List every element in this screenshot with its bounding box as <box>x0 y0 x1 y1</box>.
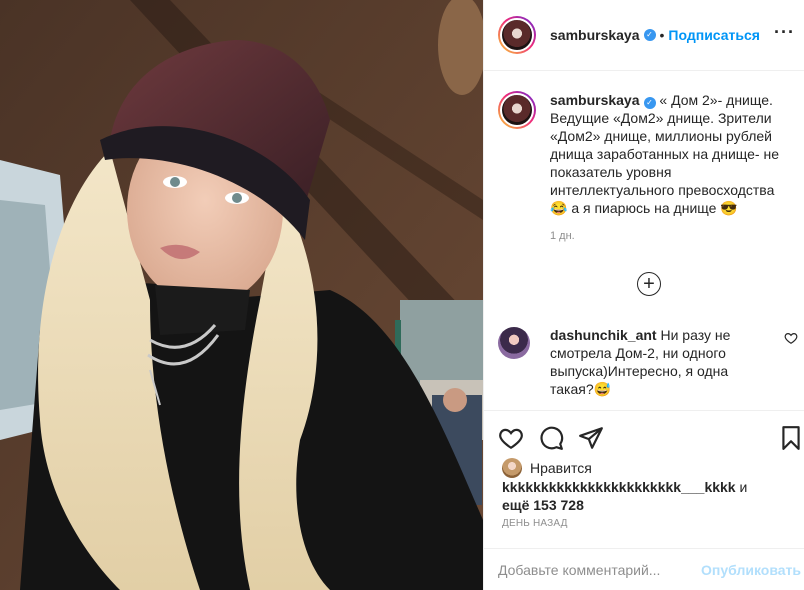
post-photo[interactable] <box>0 0 483 590</box>
caption-username[interactable]: samburskaya <box>550 92 640 108</box>
bookmark-icon[interactable] <box>778 425 804 451</box>
post-side-panel: samburskaya ✓ • Подписаться ··· sambursk… <box>483 0 804 590</box>
follow-button[interactable]: Подписаться <box>668 27 760 43</box>
verified-badge-icon: ✓ <box>643 29 656 41</box>
post-actions-bar <box>484 410 804 458</box>
comment-icon[interactable] <box>538 425 564 451</box>
load-more-comments-icon[interactable]: + <box>637 272 661 296</box>
commenter-avatar[interactable] <box>498 327 530 359</box>
share-icon[interactable] <box>578 425 604 451</box>
likes-count[interactable]: ещё 153 728 <box>502 497 584 513</box>
comment-like-heart-icon[interactable] <box>784 331 798 345</box>
separator-dot: • <box>659 27 665 43</box>
comment-item: dashunchik_ant Ни разу не смотрела Дом-2… <box>498 326 798 398</box>
author-username[interactable]: samburskaya <box>550 27 640 43</box>
caption-time[interactable]: 1 дн. <box>550 227 780 245</box>
verified-badge-icon: ✓ <box>643 97 656 109</box>
post-caption: samburskaya ✓ « Дом 2»- днище. Ведущие «Д… <box>498 91 798 245</box>
post-header: samburskaya ✓ • Подписаться ··· <box>484 0 804 71</box>
emoji-laugh-icon: 😂 <box>550 200 568 216</box>
heart-icon[interactable] <box>498 425 524 451</box>
add-comment-bar: Опубликовать <box>484 548 804 590</box>
likes-prefix: Нравится <box>530 460 592 476</box>
caption-avatar[interactable] <box>498 91 536 129</box>
comment-input[interactable] <box>498 561 698 578</box>
comment-body: dashunchik_ant Ни разу не смотрела Дом-2… <box>550 326 762 398</box>
more-options-icon[interactable]: ··· <box>774 22 795 43</box>
liker-username[interactable]: kkkkkkkkkkkkkkkkkkkkkkk___kkkk <box>502 479 736 495</box>
caption-text-2: а я пиарюсь на днище <box>567 200 721 216</box>
liker-avatar[interactable] <box>502 458 522 478</box>
emoji-cool-icon: 😎 <box>720 200 738 216</box>
emoji-sweat-smile-icon: 😅 <box>593 381 612 397</box>
commenter-username[interactable]: dashunchik_ant <box>550 327 657 343</box>
caption-body: samburskaya ✓ « Дом 2»- днище. Ведущие «Д… <box>550 91 780 245</box>
comments-list[interactable]: samburskaya ✓ « Дом 2»- днище. Ведущие «Д… <box>484 71 804 410</box>
post-date[interactable]: ДЕНЬ НАЗАД <box>502 518 568 529</box>
publish-button[interactable]: Опубликовать <box>701 562 801 578</box>
author-avatar[interactable] <box>498 16 536 54</box>
likes-section: Нравится kkkkkkkkkkkkkkkkkkkkkkk___kkkk … <box>502 458 792 514</box>
likes-middle: и <box>735 479 748 495</box>
